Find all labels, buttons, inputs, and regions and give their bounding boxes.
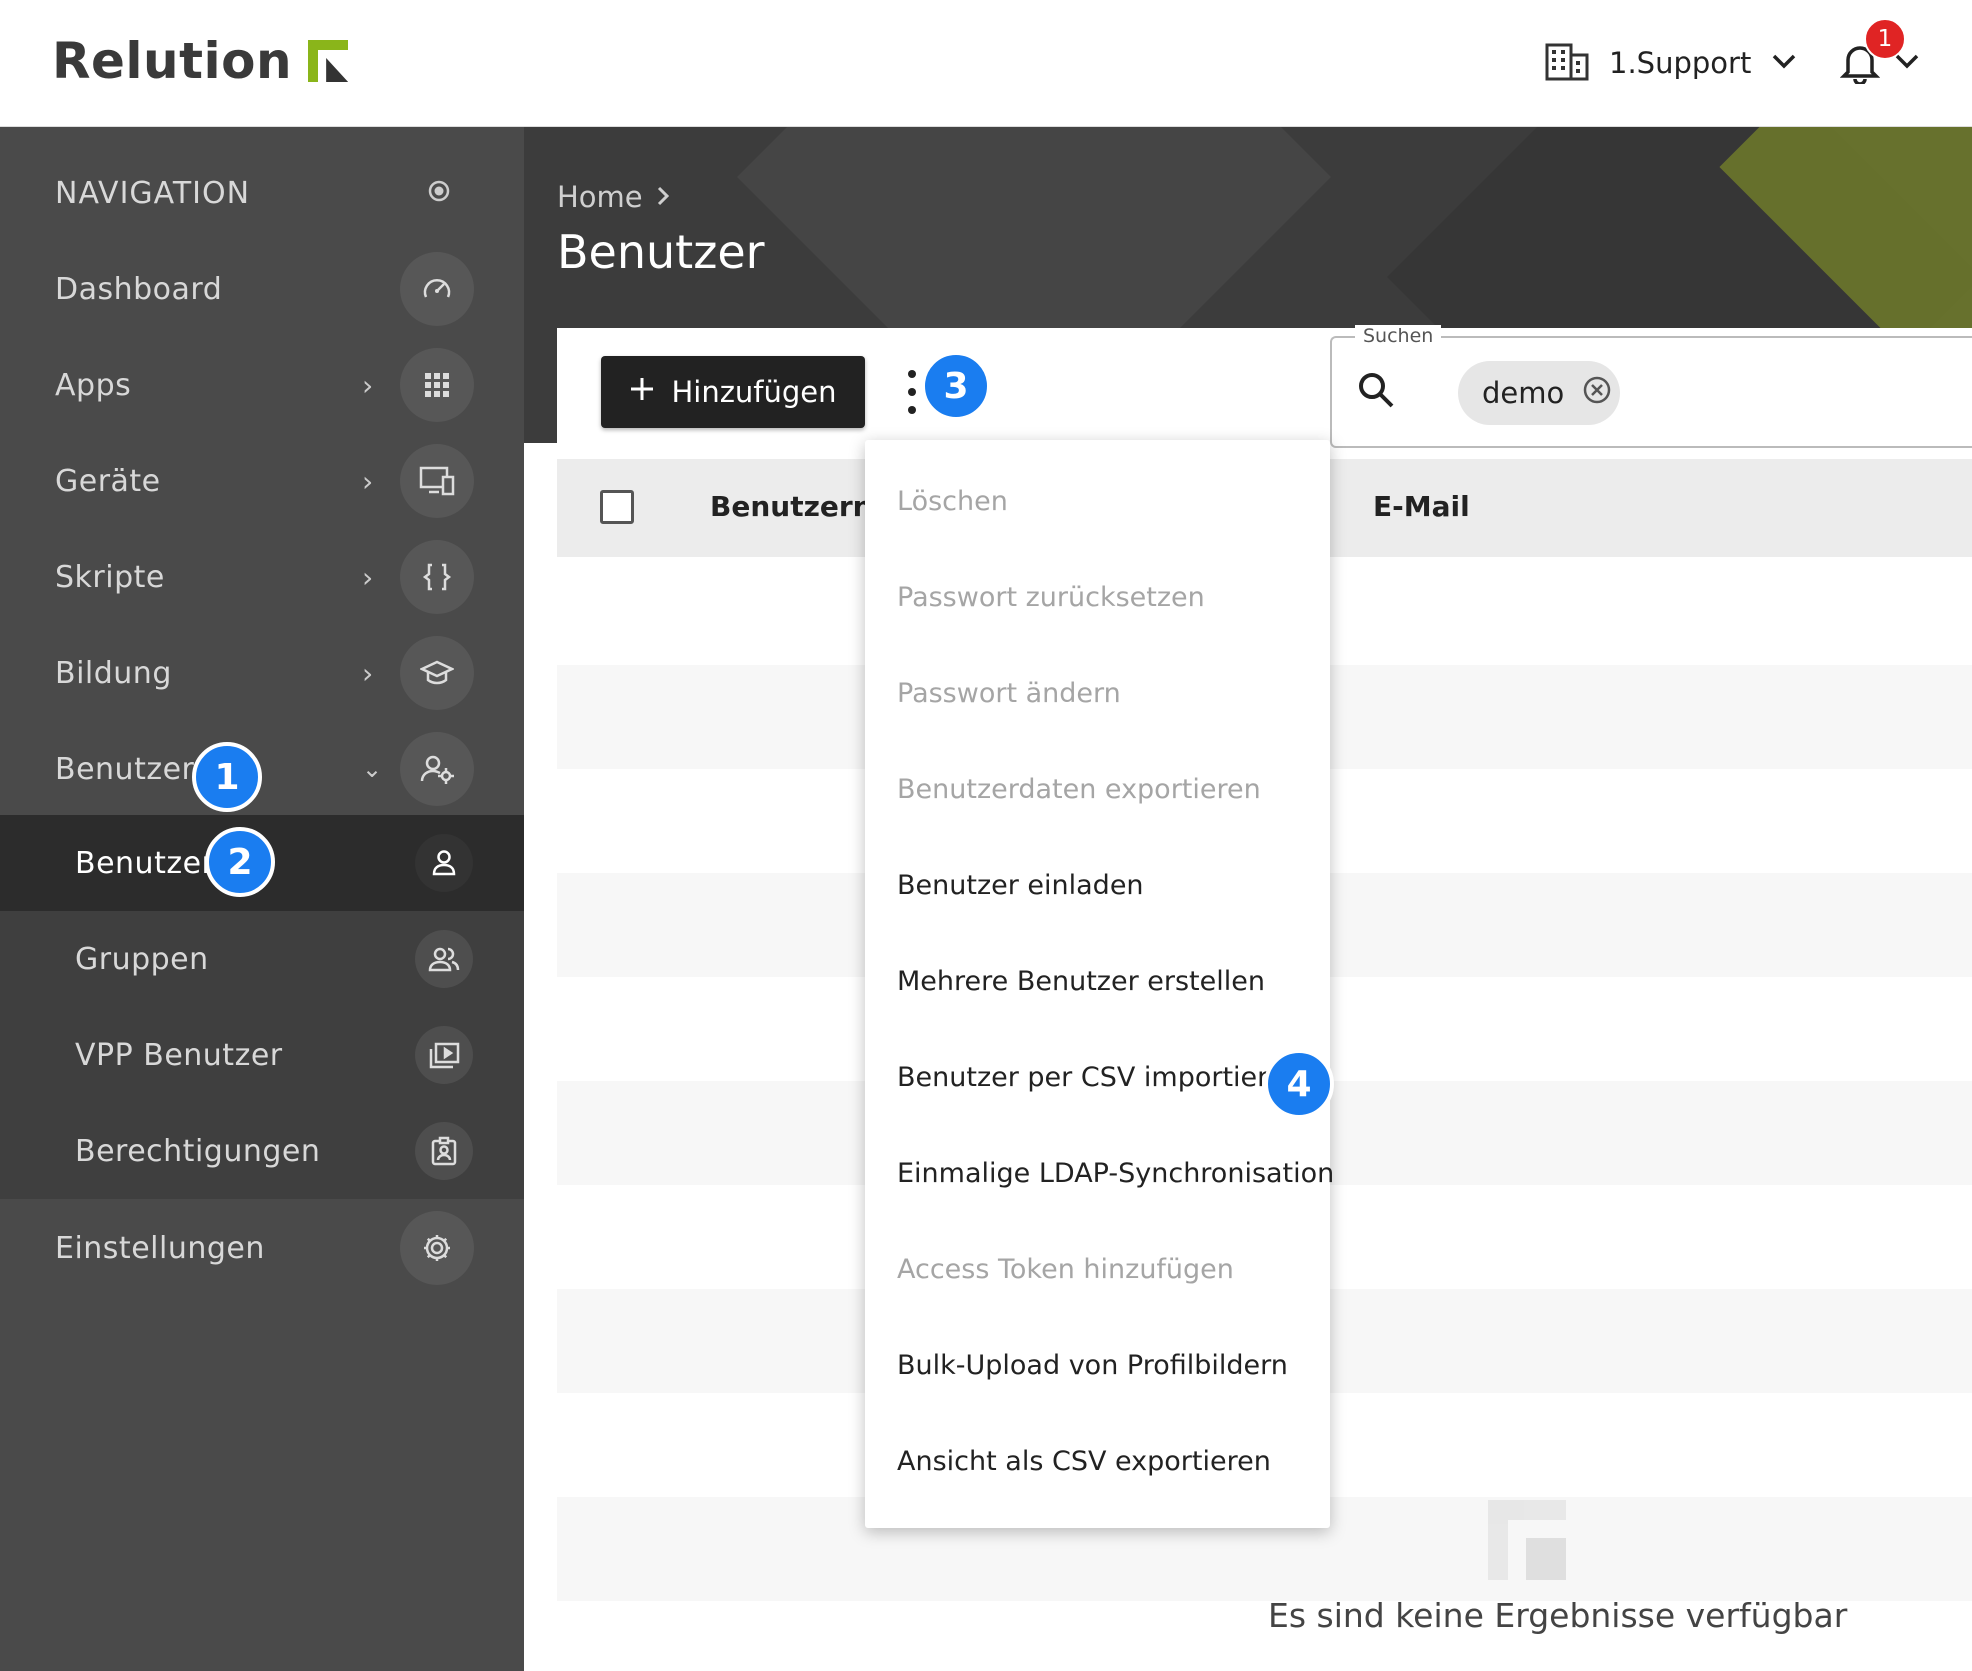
settings-gear-icon — [400, 1211, 474, 1285]
breadcrumb: Home — [557, 180, 671, 214]
sidebar-item-skripte[interactable]: Skripte › — [0, 529, 524, 625]
menu-item-mehrere-benutzer-erstellen[interactable]: Mehrere Benutzer erstellen — [897, 966, 1265, 997]
chevron-right-icon: › — [362, 560, 374, 594]
search-chip[interactable]: demo — [1458, 361, 1620, 425]
close-circle-icon[interactable] — [1582, 375, 1612, 412]
building-icon — [1545, 41, 1589, 85]
menu-item-benutzerdaten-exportieren[interactable]: Benutzerdaten exportieren — [897, 774, 1261, 805]
add-button-label: Hinzufügen — [671, 375, 837, 409]
logo-text: Relution — [52, 32, 293, 90]
empty-state-text: Es sind keine Ergebnisse verfügbar — [1268, 1596, 1848, 1635]
column-header-email[interactable]: E-Mail — [1373, 490, 1470, 523]
more-options-icon[interactable] — [900, 370, 924, 414]
tenant-selector[interactable]: 1.Support — [1545, 38, 1797, 88]
column-header-username[interactable]: Benutzername — [710, 490, 865, 523]
sidebar: NAVIGATION Dashboard Apps › Geräte › Skr… — [0, 127, 524, 1671]
actions-menu: Löschen Passwort zurücksetzen Passwort ä… — [865, 440, 1334, 1528]
step-badge-2: 2 — [205, 827, 275, 897]
notifications-menu[interactable]: 1 — [1839, 18, 1930, 88]
navigation-header: NAVIGATION — [0, 145, 524, 241]
devices-icon — [400, 444, 474, 518]
apps-grid-icon — [400, 348, 474, 422]
menu-item-csv-exportieren[interactable]: Ansicht als CSV exportieren — [897, 1446, 1271, 1477]
menu-item-csv-importieren[interactable]: Benutzer per CSV importieren — [897, 1062, 1301, 1093]
chevron-right-icon: › — [362, 656, 374, 690]
group-icon — [415, 930, 473, 988]
navigation-title: NAVIGATION — [55, 175, 251, 211]
sidebar-item-einstellungen[interactable]: Einstellungen — [0, 1200, 524, 1296]
empty-state-logo-icon — [1488, 1500, 1566, 1580]
search-label: Suchen — [1355, 325, 1442, 347]
chevron-down-icon — [1894, 52, 1920, 74]
sidebar-item-label: Benutzer — [75, 845, 215, 881]
relution-logo[interactable]: Relution — [52, 32, 349, 90]
top-header: Relution 1.Support 1 — [0, 0, 1972, 127]
sidebar-item-label: Geräte — [55, 463, 161, 499]
search-field[interactable] — [1330, 336, 1972, 448]
chevron-down-icon — [1771, 52, 1797, 74]
education-icon — [400, 636, 474, 710]
scripts-braces-icon — [400, 540, 474, 614]
sidebar-item-label: Benutzer — [55, 751, 195, 787]
menu-item-ldap-synchronisation[interactable]: Einmalige LDAP-Synchronisation — [897, 1158, 1334, 1189]
user-icon — [415, 834, 473, 892]
sidebar-item-label: Bildung — [55, 655, 172, 691]
chevron-right-icon: › — [362, 464, 374, 498]
vpp-user-icon — [415, 1026, 473, 1084]
sidebar-item-gruppen[interactable]: Gruppen — [0, 911, 524, 1007]
step-badge-4: 4 — [1264, 1049, 1334, 1119]
search-chip-label: demo — [1482, 376, 1565, 410]
sidebar-item-label: Berechtigungen — [75, 1133, 321, 1169]
sidebar-item-label: Gruppen — [75, 941, 209, 977]
sidebar-item-label: Apps — [55, 367, 132, 403]
sidebar-item-dashboard[interactable]: Dashboard — [0, 241, 524, 337]
sidebar-item-label: Skripte — [55, 559, 165, 595]
chevron-down-icon: ⌄ — [362, 755, 383, 783]
breadcrumb-home[interactable]: Home — [557, 180, 643, 214]
dashboard-gauge-icon — [400, 252, 474, 326]
menu-item-bulk-upload-profilbilder[interactable]: Bulk-Upload von Profilbildern — [897, 1350, 1288, 1381]
step-badge-3: 3 — [921, 351, 991, 421]
sidebar-item-label: Dashboard — [55, 271, 223, 307]
select-all-checkbox[interactable] — [600, 490, 634, 524]
pin-radio-icon[interactable] — [428, 180, 450, 206]
search-icon — [1356, 370, 1396, 414]
chevron-right-icon: › — [362, 368, 374, 402]
menu-item-access-token[interactable]: Access Token hinzufügen — [897, 1254, 1234, 1285]
chevron-right-icon — [655, 180, 671, 214]
add-button[interactable]: Hinzufügen — [601, 356, 865, 428]
users-settings-icon — [400, 732, 474, 806]
permissions-badge-icon — [415, 1122, 473, 1180]
sidebar-item-bildung[interactable]: Bildung › — [0, 625, 524, 721]
menu-item-benutzer-einladen[interactable]: Benutzer einladen — [897, 870, 1144, 901]
step-badge-1: 1 — [192, 742, 262, 812]
sidebar-item-geraete[interactable]: Geräte › — [0, 433, 524, 529]
sidebar-item-label: VPP Benutzer — [75, 1037, 283, 1073]
sidebar-item-apps[interactable]: Apps › — [0, 337, 524, 433]
sidebar-item-label: Einstellungen — [55, 1230, 265, 1266]
sidebar-item-vpp-benutzer[interactable]: VPP Benutzer — [0, 1007, 524, 1103]
sidebar-item-berechtigungen[interactable]: Berechtigungen — [0, 1103, 524, 1199]
logo-mark-icon — [308, 40, 349, 82]
menu-item-passwort-zuruecksetzen[interactable]: Passwort zurücksetzen — [897, 582, 1205, 613]
page-title: Benutzer — [557, 225, 765, 279]
plus-icon — [629, 375, 655, 409]
sidebar-item-benutzer-group[interactable]: Benutzer ⌄ — [0, 721, 524, 817]
tenant-name: 1.Support — [1609, 46, 1752, 80]
menu-item-passwort-aendern[interactable]: Passwort ändern — [897, 678, 1121, 709]
menu-item-loeschen[interactable]: Löschen — [897, 486, 1008, 517]
